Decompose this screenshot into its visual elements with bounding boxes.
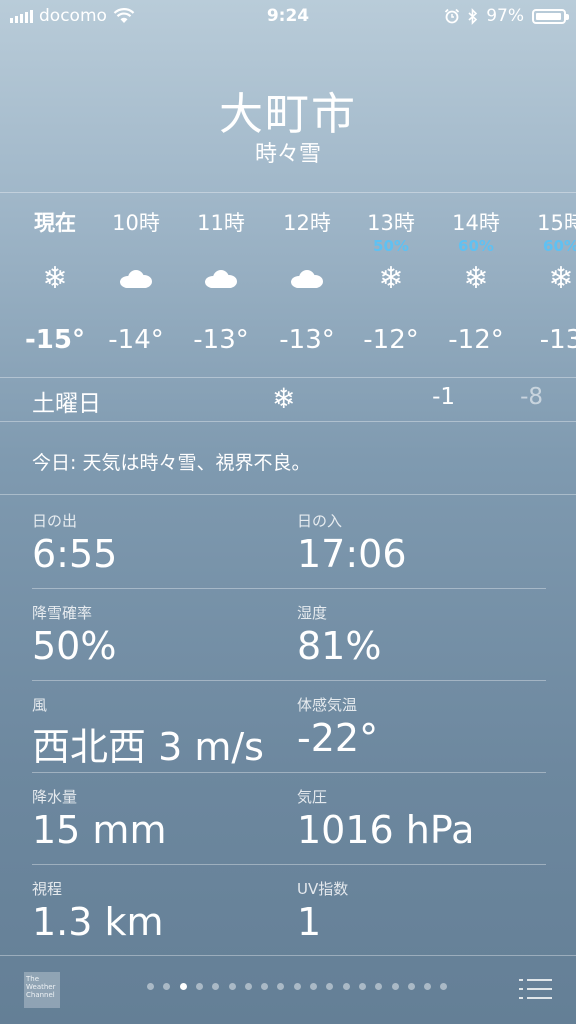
detail-label: 視程 xyxy=(32,880,63,898)
snow-icon: ❄ xyxy=(463,261,489,296)
hour-temp: -15° xyxy=(25,325,85,355)
hour-label: 13時 xyxy=(367,211,415,235)
hour-temp: -12° xyxy=(448,325,504,355)
detail-row: 視程 1.3 km UV指数 1 xyxy=(0,868,576,960)
detail-label: 風 xyxy=(32,696,48,714)
hour-label: 14時 xyxy=(452,211,500,235)
snow-icon: ❄ xyxy=(378,261,404,296)
divider-footer xyxy=(0,955,576,956)
detail-value: 6:55 xyxy=(32,532,118,576)
page-dot[interactable] xyxy=(293,983,301,990)
page-dot[interactable] xyxy=(440,983,448,990)
detail-label: 降水量 xyxy=(32,788,78,806)
list-icon[interactable] xyxy=(519,976,552,1002)
battery-percent: 97% xyxy=(486,6,524,26)
hour-temp: -13 xyxy=(539,325,576,355)
snow-icon: ❄ xyxy=(272,382,296,415)
detail-row: 風西北西 3 m/s 体感気温 -22° xyxy=(0,684,576,776)
detail-divider xyxy=(32,772,546,773)
detail-row: 降水量 15 mm 気圧 1016 hPa xyxy=(0,776,576,868)
day-low: -8 xyxy=(520,384,543,410)
page-dot[interactable] xyxy=(375,983,383,990)
page-dot[interactable] xyxy=(310,983,317,990)
logo-line: The xyxy=(26,975,40,983)
hour-label: 12時 xyxy=(283,211,331,235)
hour-temp: -13° xyxy=(279,325,335,355)
snow-icon: ❄ xyxy=(42,261,68,296)
detail-divider xyxy=(32,588,546,589)
page-dot[interactable] xyxy=(342,983,350,990)
divider-top xyxy=(0,192,576,193)
page-dot[interactable] xyxy=(277,983,285,990)
hour-temp: -12° xyxy=(363,325,419,355)
detail-value: 81% xyxy=(297,624,382,668)
page-indicator[interactable] xyxy=(0,983,576,995)
detail-value: 西北西 3 m/s xyxy=(32,725,264,769)
hour-label: 現在 xyxy=(34,211,76,235)
page-dot[interactable] xyxy=(358,983,366,990)
bluetooth-icon xyxy=(468,7,478,25)
precip-chance: 60% xyxy=(543,237,576,255)
battery-level xyxy=(536,12,561,20)
today-summary: 今日: 天気は時々雪、視界不良。 xyxy=(32,452,311,474)
status-bar: docomo 9:24 97% xyxy=(0,0,576,34)
page-dot[interactable] xyxy=(424,983,432,990)
page-dot[interactable] xyxy=(261,983,269,990)
city-name: 大町市 xyxy=(219,89,357,140)
hour-label: 10時 xyxy=(112,211,160,235)
page-dot[interactable] xyxy=(147,983,154,990)
page-dot[interactable] xyxy=(212,983,220,990)
page-dot[interactable] xyxy=(195,983,203,990)
detail-value: 1016 hPa xyxy=(297,808,475,852)
day-high: -1 xyxy=(432,384,455,410)
detail-row: 日の出 6:55 日の入 17:06 xyxy=(0,500,576,592)
status-right: 97% xyxy=(444,6,569,26)
detail-label: 体感気温 xyxy=(297,696,358,714)
page-dot[interactable] xyxy=(407,983,415,990)
today-row: 土曜日 ❄ -1 -8 xyxy=(0,378,576,420)
detail-label: 湿度 xyxy=(297,604,328,622)
detail-value: 1 xyxy=(297,900,322,944)
page-dot[interactable] xyxy=(179,983,187,990)
detail-value: -22° xyxy=(297,716,379,760)
precip-chance: 60% xyxy=(458,237,494,255)
detail-value: 1.3 km xyxy=(32,900,164,944)
detail-value: 50% xyxy=(32,624,117,668)
cloud-icon xyxy=(178,261,264,297)
detail-value: 15 mm xyxy=(32,808,167,852)
detail-divider xyxy=(32,864,546,865)
hour-temp: -13° xyxy=(193,325,249,355)
divider-summary xyxy=(0,494,576,495)
detail-label: 日の出 xyxy=(32,512,78,530)
detail-label: UV指数 xyxy=(297,880,349,898)
detail-label: 気圧 xyxy=(297,788,328,806)
hourly-forecast[interactable]: 現在 ❄ -15° 10時 -14° 11時 -13° 12時 -13° 13時 50% ❄ -12° 1… xyxy=(0,195,576,377)
page-dot[interactable] xyxy=(244,983,252,990)
page-dot[interactable] xyxy=(228,983,236,990)
detail-label: 日の入 xyxy=(297,512,343,530)
detail-divider xyxy=(32,680,546,681)
current-condition: 時々雪 xyxy=(254,142,321,167)
page-dot[interactable] xyxy=(391,983,399,990)
detail-value: 17:06 xyxy=(297,532,407,576)
page-dot[interactable] xyxy=(163,983,171,990)
battery-icon xyxy=(532,8,569,24)
hour-label: 15時 xyxy=(537,211,576,235)
hour-label: 11時 xyxy=(197,211,245,235)
day-name: 土曜日 xyxy=(32,391,101,417)
detail-row: 降雪確率 50% 湿度 81% xyxy=(0,592,576,684)
detail-label: 降雪確率 xyxy=(32,604,93,622)
precip-chance: 50% xyxy=(373,237,409,255)
page-dot[interactable] xyxy=(326,983,334,990)
snow-icon: ❄ xyxy=(548,261,574,296)
divider-day xyxy=(0,421,576,422)
alarm-icon xyxy=(445,8,460,24)
cloud-icon xyxy=(264,261,350,297)
cloud-icon xyxy=(93,261,179,297)
hour-temp: -14° xyxy=(108,325,164,355)
